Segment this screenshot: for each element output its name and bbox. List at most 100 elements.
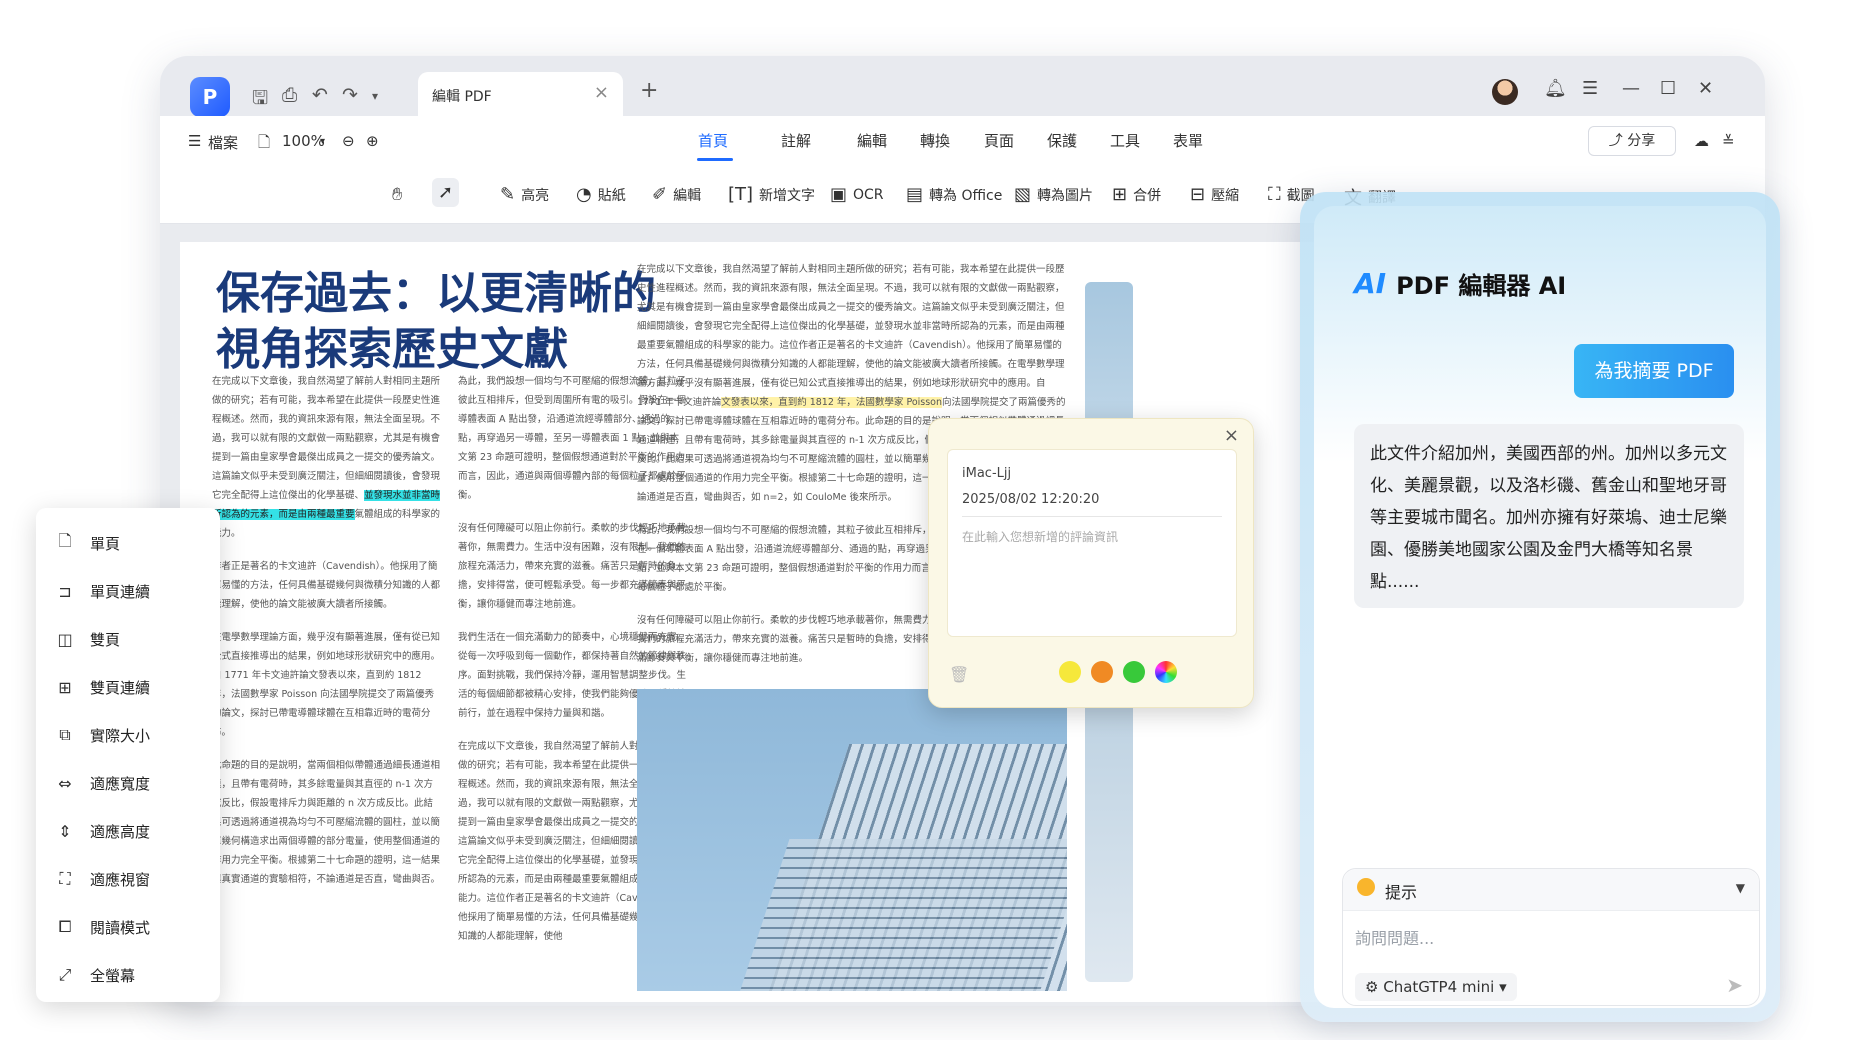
page-icon[interactable]: 🗋 [258,132,270,157]
color-green[interactable] [1123,661,1145,683]
menu-item-single-page[interactable]: 🗋 單頁 [54,528,120,558]
title-bar: P 🖫 ⎙ ↶ ↷ ▾ 編輯 PDF × + 🔔︎ ☰ — ☐ ✕ [160,56,1765,117]
tab-tools[interactable]: 工具 [1110,130,1140,151]
to-office-icon: ▤ [906,184,924,205]
menu-item-fullscreen[interactable]: ⤢ 全螢幕 [54,960,135,990]
model-name: ChatGTP4 mini [1383,978,1495,996]
tab-protect[interactable]: 保護 [1047,130,1077,151]
color-yellow[interactable] [1059,661,1081,683]
trash-icon[interactable]: 🗑︎ [949,665,969,684]
two-continuous-icon: ⊞ [58,677,72,697]
comment-input[interactable]: 在此輸入您想新增的評論資訊 [962,528,1118,545]
file-menu[interactable]: 檔案 [208,132,238,153]
collapse-icon[interactable]: ≚ [1722,132,1735,150]
tab-comment[interactable]: 註解 [781,130,811,151]
summarize-pdf-button[interactable]: 為我摘要 PDF [1574,344,1734,398]
tab-edit[interactable]: 編輯 [857,130,887,151]
to-office-tool[interactable]: ▤ 轉為 Office [906,184,1002,205]
tab-form[interactable]: 表單 [1173,130,1203,151]
ai-assistant-panel: AI PDF 編輯器 AI 為我摘要 PDF 此文件介紹加州，美國西部的州。加州… [1300,192,1780,1022]
tab-home[interactable]: 首頁 [698,130,728,151]
highlight-tool[interactable]: ✎ 高亮 [500,184,549,205]
paragraph: 在完成以下文章後，我自然渴望了解前人對相同主題所做的研究；若有可能，我本希望在此… [212,372,442,543]
color-custom[interactable] [1155,661,1177,683]
menu-item-two-continuous[interactable]: ⊞ 雙頁連續 [54,672,150,702]
menu-item-reading-mode[interactable]: ⧠ 閱讀模式 [54,912,150,942]
sticker-label: 貼紙 [597,187,626,204]
paragraph: 作者正是著名的卡文迪許（Cavendish）。他採用了簡單易懂的方法，任何具備基… [212,561,441,610]
comment-popup: × iMac-Ljj 2025/08/02 12:20:20 在此輸入您想新增的… [928,418,1254,708]
redo-icon[interactable]: ↷ [342,84,358,106]
menu-item-fit-width[interactable]: ⇔ 適應寬度 [54,768,150,798]
print-icon[interactable]: ⎙ [282,84,297,106]
menu-item-label: 適應寬度 [90,774,151,793]
menu-item-label: 單頁 [90,534,121,553]
text-column-1: 在完成以下文章後，我自然渴望了解前人對相同主題所做的研究；若有可能，我本希望在此… [212,372,442,982]
add-text-tool[interactable]: [T] 新增文字 [728,184,815,205]
zoom-out-icon[interactable]: ⊖ [342,132,355,150]
menu-item-actual-size[interactable]: ⧉ 實際大小 [54,720,150,750]
single-page-icon: 🗋 [58,530,72,550]
quick-access-dropdown-icon[interactable]: ▾ [372,89,378,103]
prompt-hint-dropdown[interactable]: 提示 ▼ [1343,869,1759,911]
merge-label: 合併 [1133,187,1162,204]
highlighted-text[interactable]: 文發表以來，直到約 1812 年，法國數學家 Poisson [721,397,943,408]
maximize-icon[interactable]: ☐ [1660,78,1676,99]
close-window-icon[interactable]: ✕ [1698,78,1713,99]
side-photo [1085,662,1133,982]
hand-icon: ✋︎ [392,184,403,205]
edit-tool[interactable]: ✐ 編輯 [652,184,701,205]
tab-close-icon[interactable]: × [594,82,609,103]
menu-item-label: 雙頁 [90,630,121,649]
ai-panel-body: AI PDF 編輯器 AI 為我摘要 PDF 此文件介紹加州，美國西部的州。加州… [1314,206,1766,1008]
hamburger-icon[interactable]: ☰ [188,132,201,150]
sticker-tool[interactable]: ◔ 貼紙 [576,184,626,205]
menu-icon[interactable]: ☰ [1582,78,1598,99]
close-icon[interactable]: × [1224,425,1239,446]
new-tab-button[interactable]: + [640,78,658,103]
ai-panel-title: AI PDF 編輯器 AI [1354,266,1566,301]
divider [962,516,1222,517]
two-page-icon: ◫ [57,629,73,649]
hint-label: 提示 [1385,883,1418,902]
ask-question-input[interactable]: 詢問問題... [1355,925,1434,949]
to-image-label: 轉為圖片 [1037,187,1094,204]
tab-edit-pdf[interactable]: 編輯 PDF × [418,72,623,116]
menu-item-two-page[interactable]: ◫ 雙頁 [54,624,120,654]
tab-page[interactable]: 頁面 [984,130,1014,151]
hand-tool[interactable]: ✋︎ [392,184,402,205]
chevron-down-icon: ▼ [1735,881,1745,895]
undo-icon[interactable]: ↶ [312,84,328,106]
zoom-level[interactable]: 100% [282,132,325,150]
ocr-tool[interactable]: ▣ OCR [830,184,884,205]
notification-bell-icon[interactable]: 🔔︎ [1544,78,1567,99]
share-button[interactable]: ⤴ 分享 [1588,126,1676,156]
model-selector[interactable]: ⚙ ChatGTP4 mini ▾ [1355,973,1517,1001]
select-tool[interactable]: ➚ [432,178,460,207]
highlight-icon: ✎ [500,184,516,205]
building-facade [724,839,1067,991]
text-run: 在完成以下文章後，我自然渴望了解前人對相同主題所做的研究；若有可能，我本希望在此… [212,376,441,501]
page-title: 保存過去：以更清晰的視角探索歷史文獻 [216,268,656,375]
compress-tool[interactable]: ⊟ 壓縮 [1190,184,1239,205]
menu-item-single-continuous[interactable]: ⊐ 單頁連續 [54,576,150,606]
cloud-icon[interactable]: ☁ [1694,132,1709,150]
zoom-dropdown-icon[interactable]: ▾ [320,136,325,147]
avatar[interactable] [1492,79,1518,105]
tab-convert[interactable]: 轉換 [920,130,950,151]
merge-tool[interactable]: ⊞ 合併 [1112,184,1161,205]
paragraph: 此命題的目的是說明，當兩個相似帶體通過細長通道相連，且帶有電荷時，其多餘電量與其… [212,760,441,885]
stage: P 🖫 ⎙ ↶ ↷ ▾ 編輯 PDF × + 🔔︎ ☰ — ☐ ✕ ☰ 檔案 🗋… [0,0,1876,1040]
to-image-tool[interactable]: ▧ 轉為圖片 [1014,184,1093,205]
zoom-in-icon[interactable]: ⊕ [366,132,379,150]
color-orange[interactable] [1091,661,1113,683]
save-icon[interactable]: 🖫 [252,84,268,116]
edit-label: 編輯 [673,187,702,204]
paragraph: 在電學數學理論方面，幾乎沒有顯著進展，僅有從已知公式直接推導出的結果，例如地球形… [212,632,441,738]
comment-author: iMac-Ljj [962,466,1012,481]
menu-item-fit-height[interactable]: ⇕ 適應高度 [54,816,150,846]
share-label: 分享 [1627,133,1656,149]
send-icon[interactable]: ➤ [1726,973,1743,997]
minimize-icon[interactable]: — [1622,78,1640,99]
menu-item-fit-window[interactable]: ⛶ 適應視窗 [54,864,150,894]
